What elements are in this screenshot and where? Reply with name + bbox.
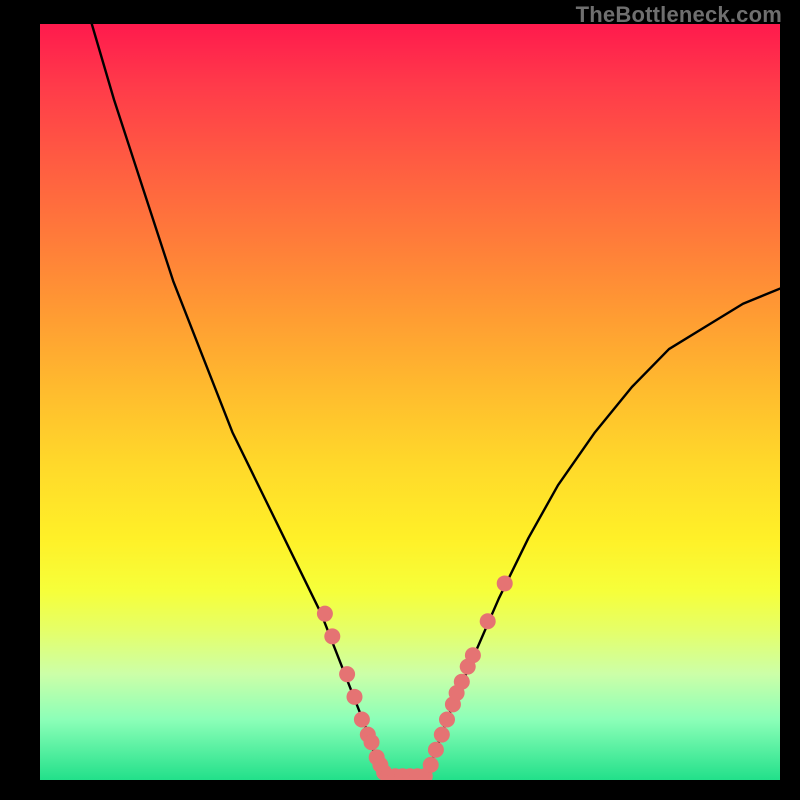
marker-dot <box>317 606 333 622</box>
marker-dots <box>317 575 513 780</box>
watermark-text: TheBottleneck.com <box>576 2 782 28</box>
marker-dot <box>339 666 355 682</box>
marker-dot <box>454 674 470 690</box>
marker-dot <box>428 742 444 758</box>
marker-dot <box>434 727 450 743</box>
curve-canvas <box>40 24 780 780</box>
marker-dot <box>439 712 455 728</box>
marker-dot <box>347 689 363 705</box>
curve-lines <box>92 24 780 780</box>
marker-dot <box>324 628 340 644</box>
marker-dot <box>480 613 496 629</box>
plot-area <box>40 24 780 780</box>
marker-dot <box>423 757 439 773</box>
marker-dot <box>354 712 370 728</box>
marker-dot <box>497 575 513 591</box>
marker-dot <box>465 647 481 663</box>
chart-frame: TheBottleneck.com <box>0 0 800 800</box>
bottleneck-curve <box>92 24 780 780</box>
marker-dot <box>364 734 380 750</box>
